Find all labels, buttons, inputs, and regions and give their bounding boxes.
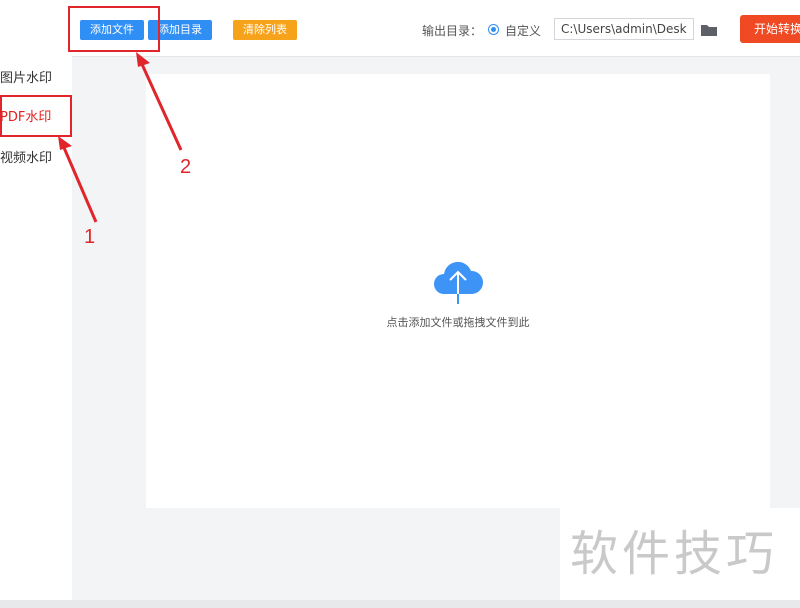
folder-icon[interactable] bbox=[700, 22, 718, 36]
custom-radio[interactable] bbox=[488, 24, 499, 35]
output-dir-label: 输出目录： bbox=[422, 24, 483, 38]
start-convert-button[interactable]: 开始转换 bbox=[740, 15, 800, 43]
annotation-number-1: 1 bbox=[84, 226, 96, 248]
drop-hint-text: 点击添加文件或拖拽文件到此 bbox=[386, 316, 530, 329]
clear-list-button[interactable]: 清除列表 bbox=[233, 20, 297, 40]
annotation-number-2: 2 bbox=[180, 156, 192, 178]
sidebar: 图片水印 PDF水印 视频水印 bbox=[0, 0, 72, 600]
cloud-upload-icon bbox=[430, 258, 486, 304]
output-path-input[interactable] bbox=[554, 18, 694, 40]
watermark-area: 软件技巧 bbox=[560, 508, 800, 600]
bottom-strip bbox=[0, 600, 800, 608]
sidebar-item-video-watermark[interactable]: 视频水印 bbox=[0, 151, 52, 167]
toolbar: 添加文件 添加目录 清除列表 输出目录： 自定义 开始转换 bbox=[72, 0, 800, 57]
annotation-box-1 bbox=[0, 95, 72, 137]
custom-radio-label[interactable]: 自定义 bbox=[505, 22, 541, 39]
file-drop-area[interactable]: 点击添加文件或拖拽文件到此 bbox=[146, 74, 770, 508]
watermark-text: 软件技巧 bbox=[570, 526, 779, 582]
sidebar-item-image-watermark[interactable]: 图片水印 bbox=[0, 71, 52, 87]
annotation-box-2 bbox=[68, 6, 160, 52]
